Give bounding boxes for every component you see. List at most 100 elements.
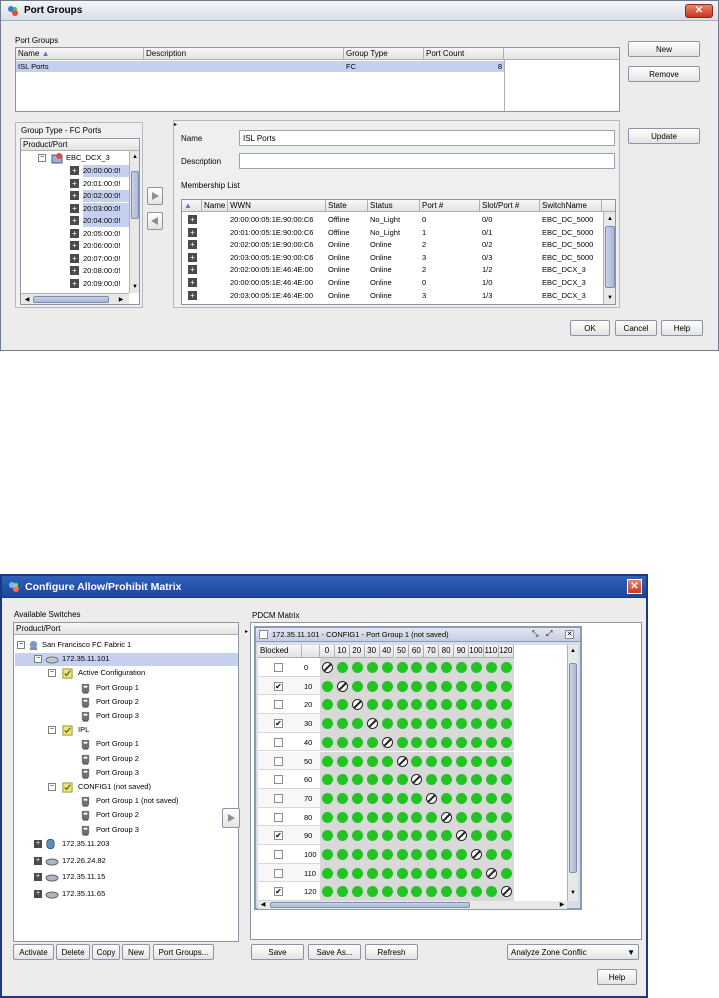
matrix-cell[interactable] [500, 885, 513, 898]
matrix-col-header[interactable]: 20 [349, 645, 365, 658]
matrix-cell[interactable] [410, 680, 423, 693]
matrix-cell[interactable] [396, 867, 409, 880]
port-expand-icon[interactable]: + [70, 253, 79, 263]
matrix-cell[interactable] [500, 661, 513, 674]
matrix-cell[interactable] [351, 680, 364, 693]
port-groups-table[interactable]: Name ▲ Description Group Type Port Count… [15, 47, 620, 112]
matrix-col-header[interactable]: 80 [439, 645, 455, 658]
tree-collapse-toggle[interactable]: − [48, 726, 56, 735]
matrix-cell[interactable] [366, 680, 379, 693]
refresh-button[interactable]: Refresh [365, 944, 418, 960]
matrix-cell[interactable] [500, 792, 513, 805]
tree-expand-icon[interactable]: + [34, 839, 42, 848]
col-header-port-count[interactable]: Port Count [424, 48, 504, 60]
matrix-cell[interactable] [500, 811, 513, 824]
port-expand-icon[interactable]: + [70, 228, 79, 238]
matrix-cell[interactable] [485, 848, 498, 861]
row-expand-icon[interactable]: + [188, 227, 197, 237]
col-header-description[interactable]: Description [144, 48, 344, 60]
matrix-cell[interactable] [336, 848, 349, 861]
tree-expand-icon[interactable]: + [34, 856, 42, 865]
row-expand-icon[interactable]: + [188, 265, 197, 275]
tree-port-group-label[interactable]: Port Group 1 [96, 682, 139, 694]
matrix-cell[interactable] [440, 867, 453, 880]
col-header-port-num[interactable]: Port # [420, 200, 480, 212]
matrix-cell[interactable] [485, 661, 498, 674]
matrix-cell[interactable] [440, 829, 453, 842]
port-groups-button[interactable]: Port Groups... [153, 944, 214, 960]
col-header-wwn[interactable]: WWN [228, 200, 326, 212]
window-menu-icon[interactable] [259, 630, 268, 639]
matrix-cell[interactable] [396, 773, 409, 786]
row-expand-icon[interactable]: + [188, 278, 197, 287]
matrix-cell[interactable] [440, 717, 453, 730]
update-button[interactable]: Update [628, 128, 700, 144]
matrix-cell[interactable] [485, 755, 498, 768]
tree-switch-label[interactable]: 172.35.11.203 [62, 838, 109, 850]
matrix-cell[interactable] [470, 848, 483, 861]
matrix-cell[interactable] [366, 885, 379, 898]
matrix-cell[interactable] [366, 811, 379, 824]
row-expand-icon[interactable]: + [188, 215, 197, 224]
matrix-horizontal-scrollbar[interactable]: ◀ ▶ [258, 901, 567, 909]
matrix-cell[interactable] [336, 755, 349, 768]
matrix-cell[interactable] [440, 811, 453, 824]
matrix-cell[interactable] [336, 867, 349, 880]
matrix-cell[interactable] [440, 661, 453, 674]
matrix-cell[interactable] [396, 698, 409, 711]
matrix-cell[interactable] [440, 755, 453, 768]
matrix-cell[interactable] [381, 885, 394, 898]
matrix-cell[interactable] [485, 829, 498, 842]
scroll-left-icon[interactable]: ◀ [259, 901, 267, 909]
matrix-cell[interactable] [410, 717, 423, 730]
matrix-cell[interactable] [485, 773, 498, 786]
col-header-slot-port[interactable]: Slot/Port # [480, 200, 540, 212]
tree-port-group-label[interactable]: Port Group 1 [96, 738, 139, 750]
matrix-cell[interactable] [485, 680, 498, 693]
scroll-left-icon[interactable]: ◀ [23, 296, 31, 304]
matrix-cell[interactable] [336, 773, 349, 786]
matrix-cell[interactable] [500, 829, 513, 842]
hscroll-thumb[interactable] [270, 902, 470, 908]
close-button[interactable]: ✕ [627, 579, 642, 594]
matrix-cell[interactable] [366, 792, 379, 805]
matrix-cell[interactable] [321, 811, 334, 824]
blocked-checkbox[interactable] [274, 756, 283, 766]
matrix-cell[interactable] [336, 885, 349, 898]
matrix-cell[interactable] [470, 755, 483, 768]
blocked-checkbox[interactable] [274, 775, 283, 785]
table-row[interactable]: +20:02:00:05:1E:90:00:C6 Online Online 2 0/2… [182, 239, 603, 250]
matrix-cell[interactable] [485, 811, 498, 824]
matrix-cell[interactable] [381, 792, 394, 805]
tree-collapse-toggle[interactable]: − [38, 154, 46, 162]
fc-ports-tree[interactable]: Product/Port − EBC_DCX_3 +20:00:00:0! +20… [20, 138, 140, 305]
row-expand-icon[interactable]: + [188, 240, 197, 250]
matrix-cell[interactable] [470, 736, 483, 749]
tree-port-item[interactable]: 20:06:00:0! [83, 240, 129, 252]
blocked-checkbox[interactable] [274, 700, 283, 710]
matrix-cell[interactable] [500, 736, 513, 749]
name-field[interactable]: ISL Ports [239, 130, 615, 146]
tree-config-label[interactable]: Active Configuration [78, 667, 145, 679]
matrix-cell[interactable] [321, 848, 334, 861]
minimize-icon[interactable]: ⤡ [532, 629, 538, 639]
remove-from-group-button[interactable] [147, 212, 163, 230]
port-expand-icon[interactable]: + [70, 191, 79, 200]
tree-port-item[interactable]: 20:00:00:0! [83, 165, 129, 177]
matrix-cell[interactable] [410, 773, 423, 786]
matrix-cell[interactable] [396, 848, 409, 861]
matrix-cell[interactable] [366, 867, 379, 880]
matrix-cell[interactable] [321, 867, 334, 880]
matrix-cell[interactable] [396, 755, 409, 768]
blocked-checkbox[interactable]: ✔ [274, 831, 283, 841]
matrix-cell[interactable] [455, 773, 468, 786]
apply-to-matrix-button[interactable] [222, 808, 240, 828]
scroll-thumb[interactable] [569, 663, 577, 873]
tree-root-label[interactable]: EBC_DCX_3 [66, 152, 110, 164]
col-header-switch-name[interactable]: SwitchName [540, 200, 602, 212]
matrix-cell[interactable] [410, 867, 423, 880]
matrix-cell[interactable] [336, 811, 349, 824]
matrix-cell[interactable] [500, 698, 513, 711]
matrix-cell[interactable] [455, 885, 468, 898]
add-to-group-button[interactable] [147, 187, 163, 205]
